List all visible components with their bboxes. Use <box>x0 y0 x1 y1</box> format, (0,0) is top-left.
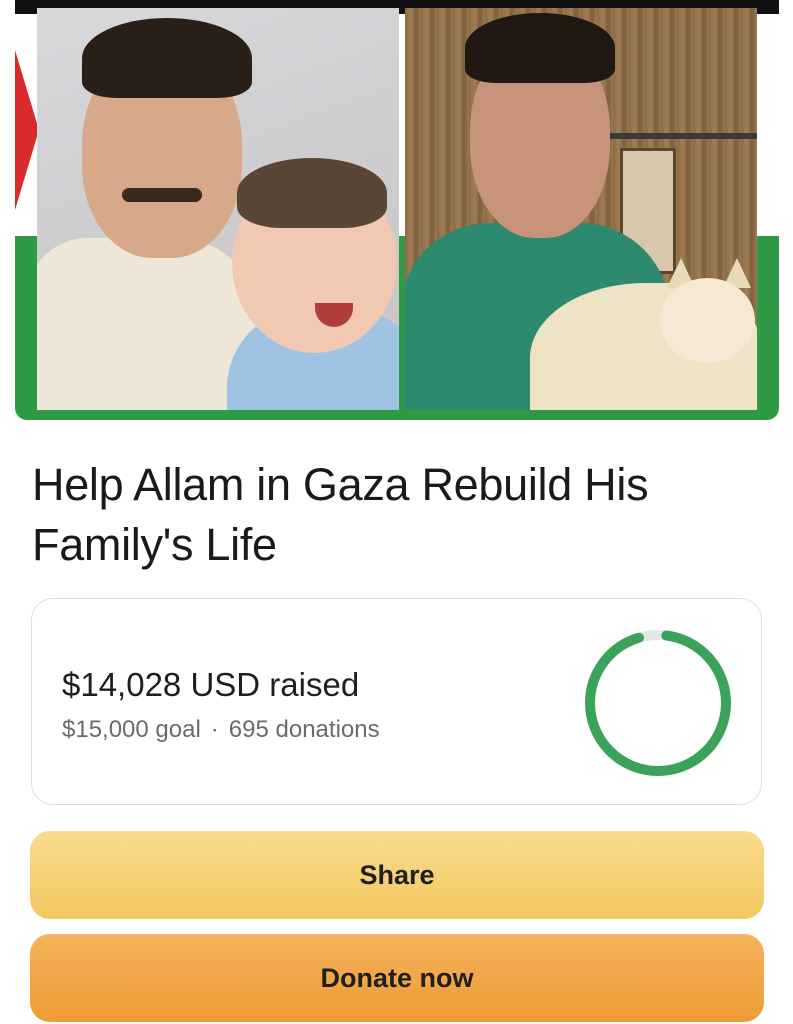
goal-and-donations: $15,000 goal · 695 donations <box>62 714 380 746</box>
campaign-page: Help Allam in Gaza Rebuild His Family's … <box>0 0 793 1024</box>
progress-card: $14,028 USD raised $15,000 goal · 695 dona… <box>31 598 762 805</box>
donate-now-button[interactable]: Donate now <box>30 934 764 1022</box>
campaign-title: Help Allam in Gaza Rebuild His Family's … <box>32 459 649 570</box>
amount-raised: $14,028 USD raised <box>62 666 360 703</box>
share-button[interactable]: Share <box>30 831 764 919</box>
donation-count: 695 donations <box>228 716 380 743</box>
progress-ring-fill <box>585 630 731 776</box>
goal-amount: $15,000 goal <box>62 716 201 743</box>
photo-man-with-child <box>37 8 399 410</box>
photo-man-with-cat <box>405 8 757 410</box>
campaign-hero-image[interactable] <box>15 0 779 420</box>
progress-ring <box>585 630 731 776</box>
separator-dot: · <box>210 716 219 743</box>
flag-triangle <box>15 50 39 210</box>
